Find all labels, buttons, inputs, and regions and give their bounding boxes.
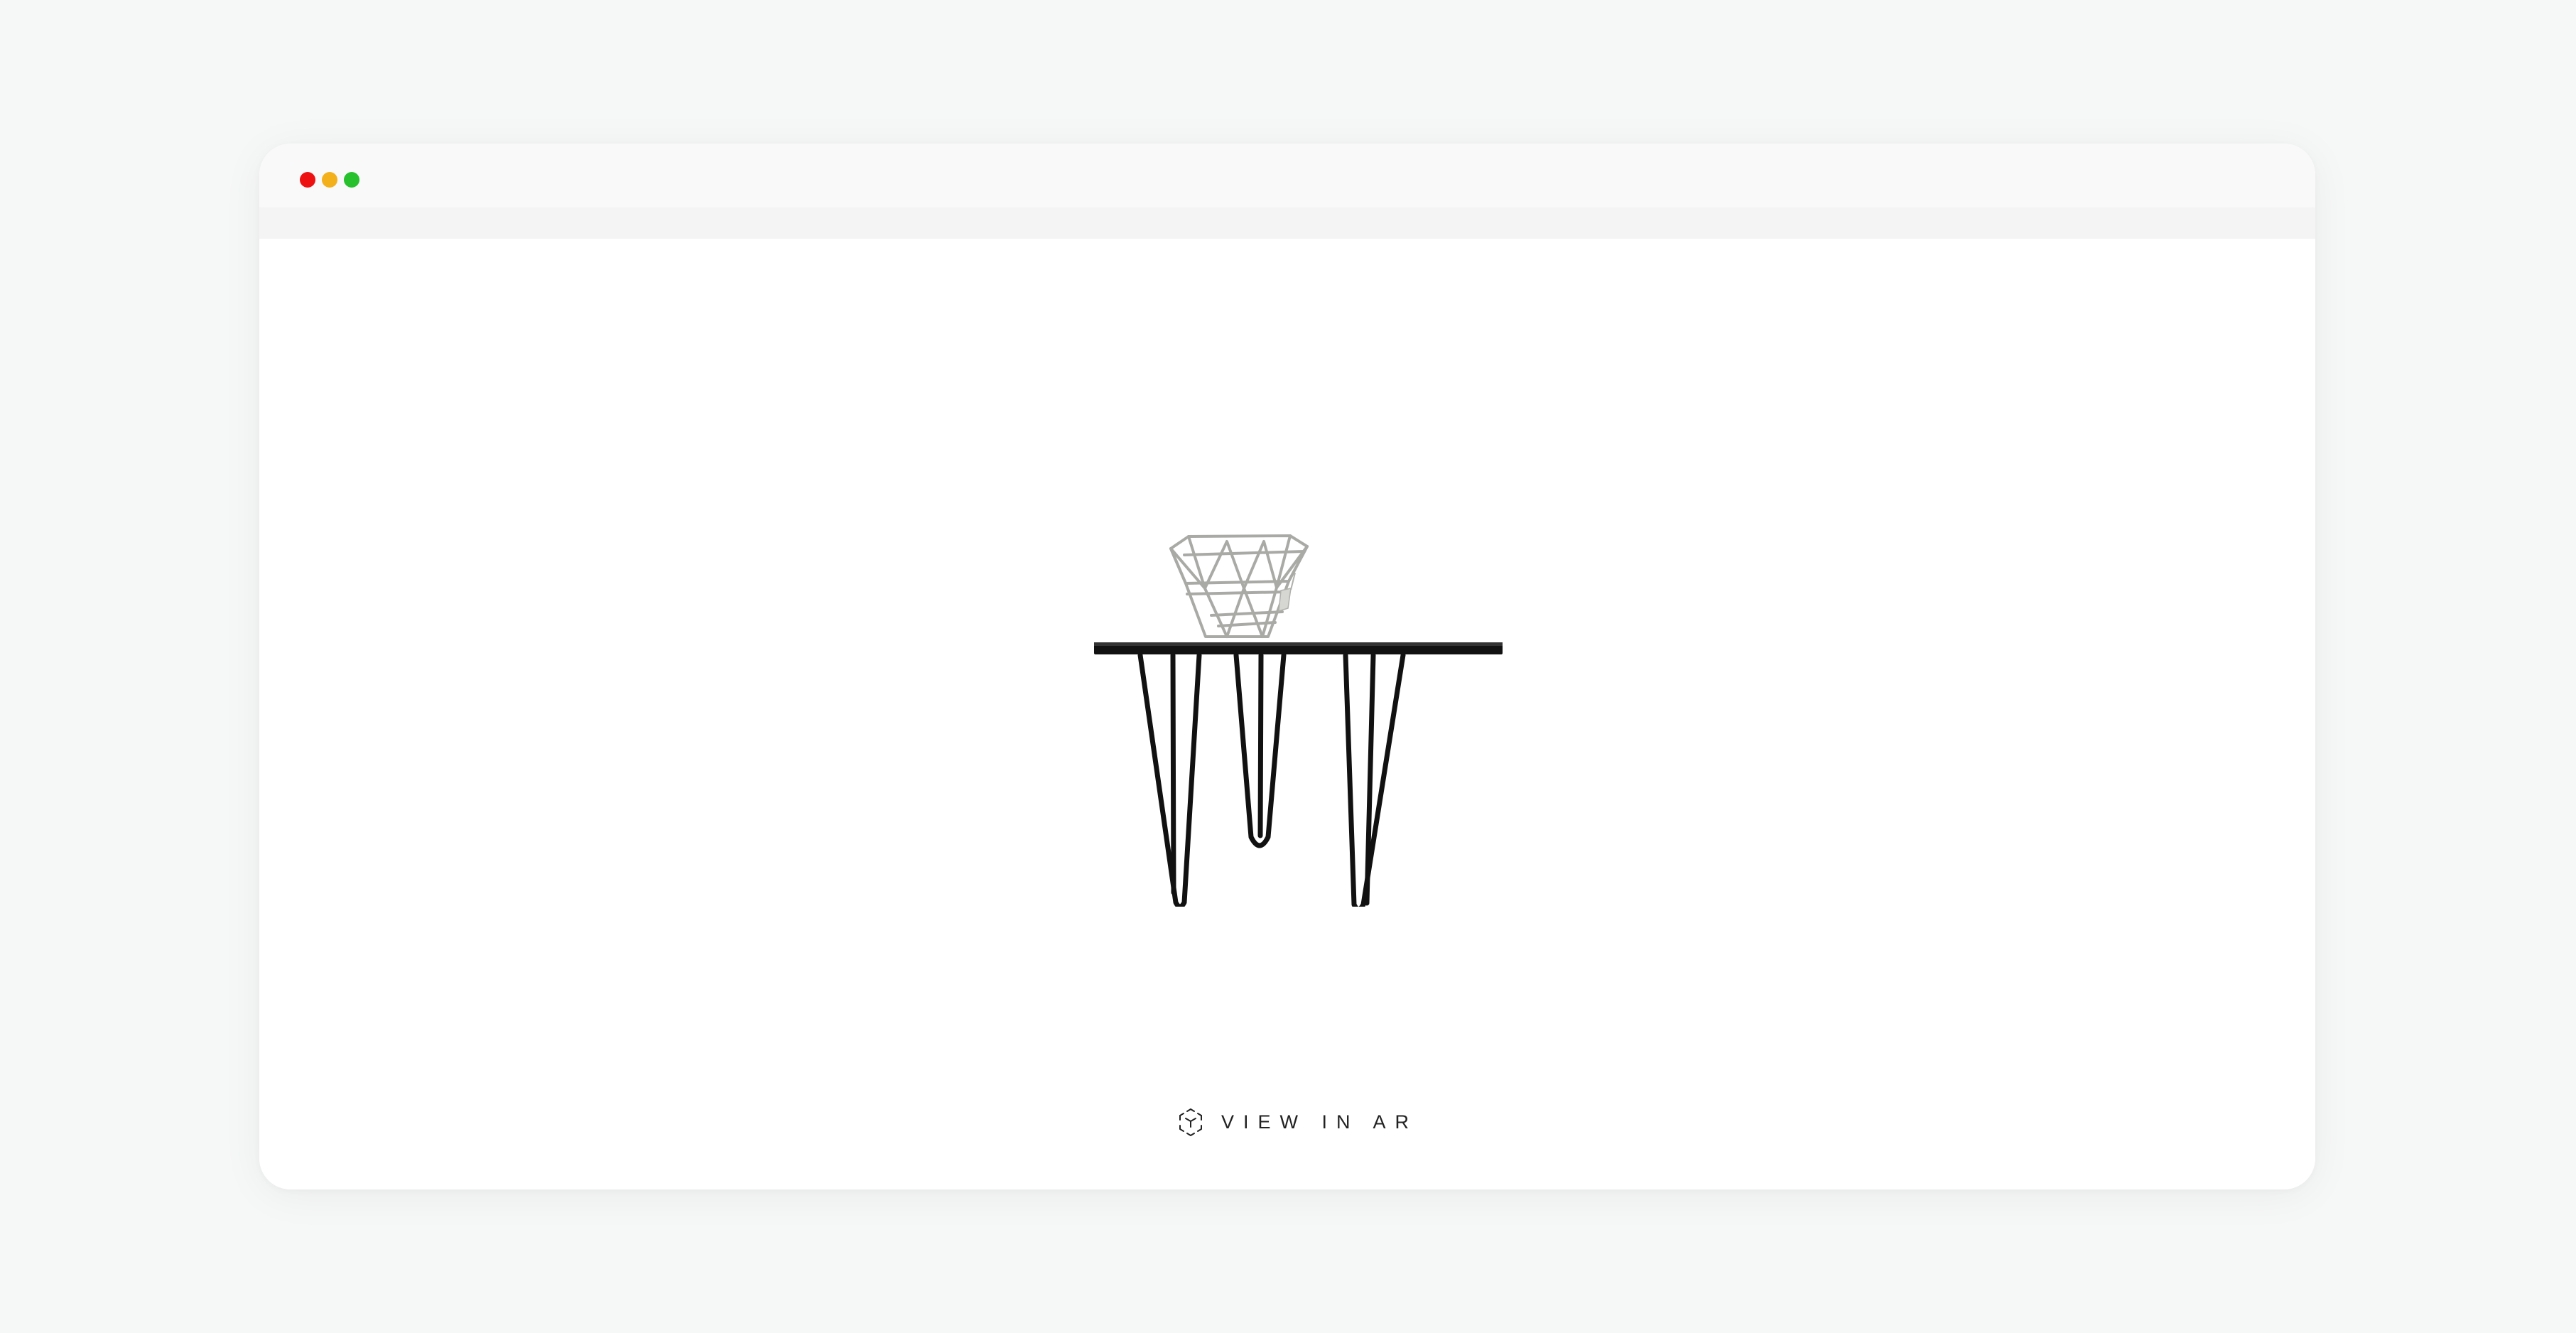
minimize-window-button[interactable] — [322, 172, 337, 188]
view-in-ar-label: VIEW IN AR — [1221, 1111, 1419, 1133]
close-window-button[interactable] — [300, 172, 315, 188]
title-bar — [259, 144, 2315, 207]
tab-strip — [259, 207, 2315, 239]
maximize-window-button[interactable] — [344, 172, 359, 188]
side-table-with-wire-basket-icon[interactable] — [1076, 381, 1503, 907]
ar-cube-icon — [1179, 1108, 1202, 1136]
wire-basket-icon — [1169, 534, 1309, 638]
browser-window: VIEW IN AR — [259, 144, 2315, 1189]
view-in-ar-button[interactable]: VIEW IN AR — [1176, 1104, 1418, 1140]
3d-product-viewer[interactable]: VIEW IN AR — [259, 239, 2315, 1189]
table-legs-icon — [1137, 652, 1406, 907]
